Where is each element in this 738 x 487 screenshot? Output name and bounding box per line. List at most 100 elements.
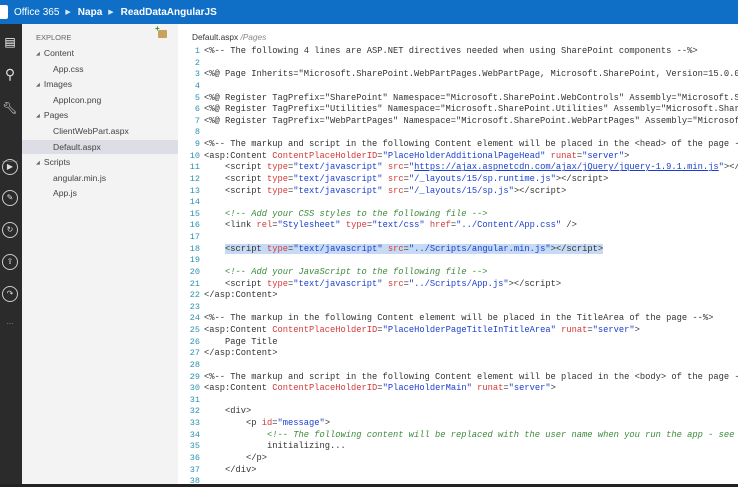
code-line[interactable]: 5 <%@ Register TagPrefix="SharePoint" Nam…: [180, 93, 738, 105]
code-token: <p: [204, 418, 262, 428]
line-text: <!-- Add your CSS styles to the followin…: [204, 209, 488, 219]
code-line[interactable]: 21 <script type="text/javascript" src=".…: [180, 279, 738, 291]
tree-file[interactable]: Default.aspx: [22, 139, 178, 154]
code-token: "text/javascript": [293, 185, 383, 196]
code-lines[interactable]: 1 <%-- The following 4 lines are ASP.NET …: [180, 46, 738, 484]
line-number: 30: [189, 383, 200, 394]
code-line[interactable]: 15 <!-- Add your CSS styles to the follo…: [180, 209, 738, 221]
line-number: 23: [189, 301, 200, 312]
code-token: >: [624, 150, 630, 161]
more-icon[interactable]: ...: [2, 314, 18, 330]
line-number: 8: [194, 127, 200, 138]
code-line[interactable]: 10 <asp:Content ContentPlaceHolderID="Pla…: [180, 151, 738, 163]
code-line[interactable]: 6 <%@ Register TagPrefix="Utilities" Name…: [180, 104, 738, 116]
breadcrumb-project[interactable]: ReadDataAngularJS: [121, 7, 217, 18]
tree-folder[interactable]: Content: [22, 46, 178, 60]
code-token: />: [561, 220, 577, 231]
code-token: </asp:Content>: [204, 290, 278, 301]
code-line[interactable]: 36 </p>: [180, 453, 738, 465]
file-folder: /Pages: [240, 32, 267, 42]
line-number: 27: [189, 348, 200, 359]
code-line[interactable]: 38: [180, 476, 738, 484]
code-line[interactable]: 16 <link rel="Stylesheet" type="text/css…: [180, 220, 738, 232]
code-token: <script: [204, 162, 268, 173]
redo-icon[interactable]: ↷: [2, 286, 18, 302]
code-line[interactable]: 2: [180, 58, 738, 70]
code-line[interactable]: 22 </asp:Content>: [180, 290, 738, 302]
code-line[interactable]: 14: [180, 197, 738, 209]
code-line[interactable]: 26 Page Title: [180, 337, 738, 349]
code-line[interactable]: 30 <asp:Content ContentPlaceHolderID="Pla…: [180, 383, 738, 395]
code-editor[interactable]: Default.aspx /Pages 1 <%-- The following …: [180, 24, 738, 484]
line-text: <script type="text/javascript" src="http…: [204, 162, 738, 172]
tree-file[interactable]: ClientWebPart.aspx: [22, 124, 178, 138]
tree-folder[interactable]: Images: [22, 77, 178, 91]
code-line[interactable]: 37 </div>: [180, 465, 738, 477]
code-token: "../Scripts/App.js": [408, 278, 509, 289]
add-folder-icon[interactable]: [155, 24, 167, 38]
code-token: type: [267, 278, 289, 289]
search-icon[interactable]: ⚲: [2, 66, 18, 82]
code-line[interactable]: 18 <script type="text/javascript" src=".…: [180, 243, 738, 256]
wrench-icon[interactable]: 🔧︎: [2, 100, 18, 116]
code-line[interactable]: 13 <script type="text/javascript" src="/…: [180, 186, 738, 198]
code-line[interactable]: 8: [180, 127, 738, 139]
code-token: <!-- Add your CSS styles to the followin…: [204, 208, 488, 219]
tree-file[interactable]: angular.min.js: [22, 171, 178, 185]
code-line[interactable]: 29 <%-- The markup and script in the foll…: [180, 372, 738, 384]
tree-file[interactable]: App.css: [22, 62, 178, 76]
code-line[interactable]: 23: [180, 302, 738, 314]
breadcrumb-office365[interactable]: Office 365: [14, 7, 59, 18]
broom-icon[interactable]: ✎: [2, 190, 18, 206]
tree-file[interactable]: App.js: [22, 186, 178, 200]
code-token: runat: [555, 325, 588, 335]
code-token: "text/javascript": [293, 173, 383, 184]
code-line[interactable]: 24 <%-- The markup in the following Conte…: [180, 313, 738, 325]
line-text: <%-- The markup and script in the follow…: [204, 139, 738, 149]
code-line[interactable]: 9 <%-- The markup and script in the follo…: [180, 139, 738, 151]
files-icon[interactable]: ▤: [2, 34, 18, 50]
code-token: <%-- The markup in the following Content…: [204, 313, 714, 324]
code-line[interactable]: 7 <%@ Register TagPrefix="WebPartPages" N…: [180, 116, 738, 128]
code-line[interactable]: 19: [180, 255, 738, 267]
line-text: <asp:Content ContentPlaceHolderID="Place…: [204, 325, 640, 335]
line-number: 22: [189, 290, 200, 301]
code-line[interactable]: 20 <!-- Add your JavaScript to the follo…: [180, 267, 738, 279]
tree-file[interactable]: AppIcon.png: [22, 93, 178, 107]
code-line[interactable]: 27 </asp:Content>: [180, 348, 738, 360]
code-line[interactable]: 31: [180, 395, 738, 407]
code-line[interactable]: 12 <script type="text/javascript" src="/…: [180, 174, 738, 186]
code-token: "server": [508, 383, 551, 394]
code-line[interactable]: 34 <!-- The following content will be re…: [180, 430, 738, 442]
tree-folder[interactable]: Pages: [22, 108, 178, 122]
code-line[interactable]: 17: [180, 232, 738, 244]
run-icon[interactable]: ▶: [2, 159, 18, 175]
line-number: 28: [189, 359, 200, 370]
code-line[interactable]: 32 <div>: [180, 406, 738, 418]
code-line[interactable]: 25 <asp:Content ContentPlaceHolderID="Pla…: [180, 325, 738, 337]
code-line[interactable]: 1 <%-- The following 4 lines are ASP.NET …: [180, 46, 738, 58]
code-line[interactable]: 3 <%@ Page Inherits="Microsoft.SharePoint…: [180, 69, 738, 81]
publish-icon[interactable]: ⇪: [2, 254, 18, 270]
code-token: "PlaceHolderAdditionalPageHead": [382, 150, 546, 161]
code-line[interactable]: 11 <script type="text/javascript" src="h…: [180, 162, 738, 174]
code-line[interactable]: 33 <p id="message">: [180, 418, 738, 430]
code-line[interactable]: 4: [180, 81, 738, 93]
editor-file-path: Default.aspx /Pages: [192, 32, 266, 42]
code-line[interactable]: 28: [180, 360, 738, 372]
line-number: 29: [189, 371, 200, 382]
code-token: </asp:Content>: [204, 348, 278, 359]
code-token: ></script>: [555, 173, 609, 184]
sync-icon[interactable]: ↻: [2, 222, 18, 238]
line-text: <script type="text/javascript" src="/_la…: [204, 174, 608, 184]
line-text: <%-- The markup and script in the follow…: [204, 372, 738, 382]
code-line[interactable]: 35 initializing...: [180, 441, 738, 453]
tree-folder[interactable]: Scripts: [22, 155, 178, 169]
code-token: <script: [225, 243, 268, 254]
code-token: <script: [204, 185, 268, 196]
code-token: src: [382, 278, 404, 289]
breadcrumb-napa[interactable]: Napa: [78, 7, 102, 18]
line-text: <asp:Content ContentPlaceHolderID="Place…: [204, 383, 556, 393]
line-text: <%-- The following 4 lines are ASP.NET d…: [204, 46, 698, 56]
code-token: >: [324, 418, 331, 428]
